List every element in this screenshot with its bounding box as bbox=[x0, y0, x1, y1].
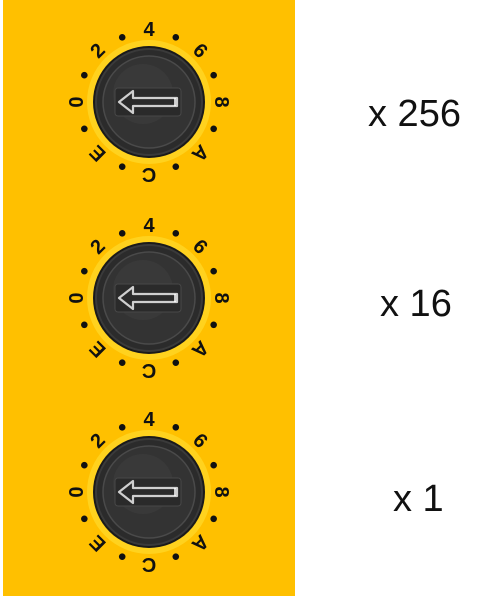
rotary-dial[interactable]: 02468ACE bbox=[3, 200, 295, 396]
scale-dot bbox=[81, 515, 88, 523]
scale-label: 4 bbox=[143, 19, 155, 41]
scale-dot bbox=[81, 267, 88, 275]
scale-dot bbox=[210, 71, 217, 79]
scale-dot bbox=[210, 321, 217, 329]
scale-label: 4 bbox=[143, 409, 155, 431]
scale-dot bbox=[172, 34, 180, 41]
scale-dot bbox=[81, 461, 88, 469]
rotary-switch-x256[interactable]: 02468ACE bbox=[3, 4, 295, 200]
scale-dot bbox=[172, 163, 180, 170]
scale-label: 8 bbox=[210, 96, 232, 107]
scale-dot bbox=[210, 267, 217, 275]
scale-dot bbox=[118, 163, 126, 170]
rotary-dial[interactable]: 02468ACE bbox=[3, 394, 295, 590]
scale-label: 0 bbox=[66, 486, 88, 497]
dial-slot bbox=[114, 283, 182, 313]
scale-dot bbox=[118, 34, 126, 41]
multiplier-label-x256: x 256 bbox=[368, 93, 461, 135]
rotary-switch-x16[interactable]: 02468ACE bbox=[3, 200, 295, 396]
scale-dot bbox=[81, 321, 88, 329]
scale-dot bbox=[118, 359, 126, 366]
scale-label: 4 bbox=[143, 215, 155, 237]
scale-dot bbox=[118, 424, 126, 431]
scale-label: C bbox=[142, 163, 156, 185]
multiplier-label-x1: x 1 bbox=[393, 478, 444, 520]
switch-panel: 02468ACE 02468ACE 02468ACE bbox=[3, 0, 295, 596]
rotary-dial[interactable]: 02468ACE bbox=[3, 4, 295, 200]
scale-label: 0 bbox=[66, 96, 88, 107]
dial-slot bbox=[114, 87, 182, 117]
scale-dot bbox=[81, 125, 88, 133]
scale-label: C bbox=[142, 553, 156, 575]
rotary-switch-x1[interactable]: 02468ACE bbox=[3, 394, 295, 590]
multiplier-label-x16: x 16 bbox=[380, 283, 452, 325]
scale-label: 0 bbox=[66, 292, 88, 303]
scale-dot bbox=[210, 125, 217, 133]
scale-dot bbox=[172, 424, 180, 431]
scale-dot bbox=[172, 553, 180, 560]
scale-dot bbox=[81, 71, 88, 79]
scale-dot bbox=[210, 515, 217, 523]
dial-slot bbox=[114, 477, 182, 507]
scale-dot bbox=[172, 230, 180, 237]
scale-dot bbox=[210, 461, 217, 469]
scale-label: C bbox=[142, 359, 156, 381]
scale-dot bbox=[118, 230, 126, 237]
scale-dot bbox=[172, 359, 180, 366]
scale-label: 8 bbox=[210, 292, 232, 303]
scale-label: 8 bbox=[210, 486, 232, 497]
scale-dot bbox=[118, 553, 126, 560]
